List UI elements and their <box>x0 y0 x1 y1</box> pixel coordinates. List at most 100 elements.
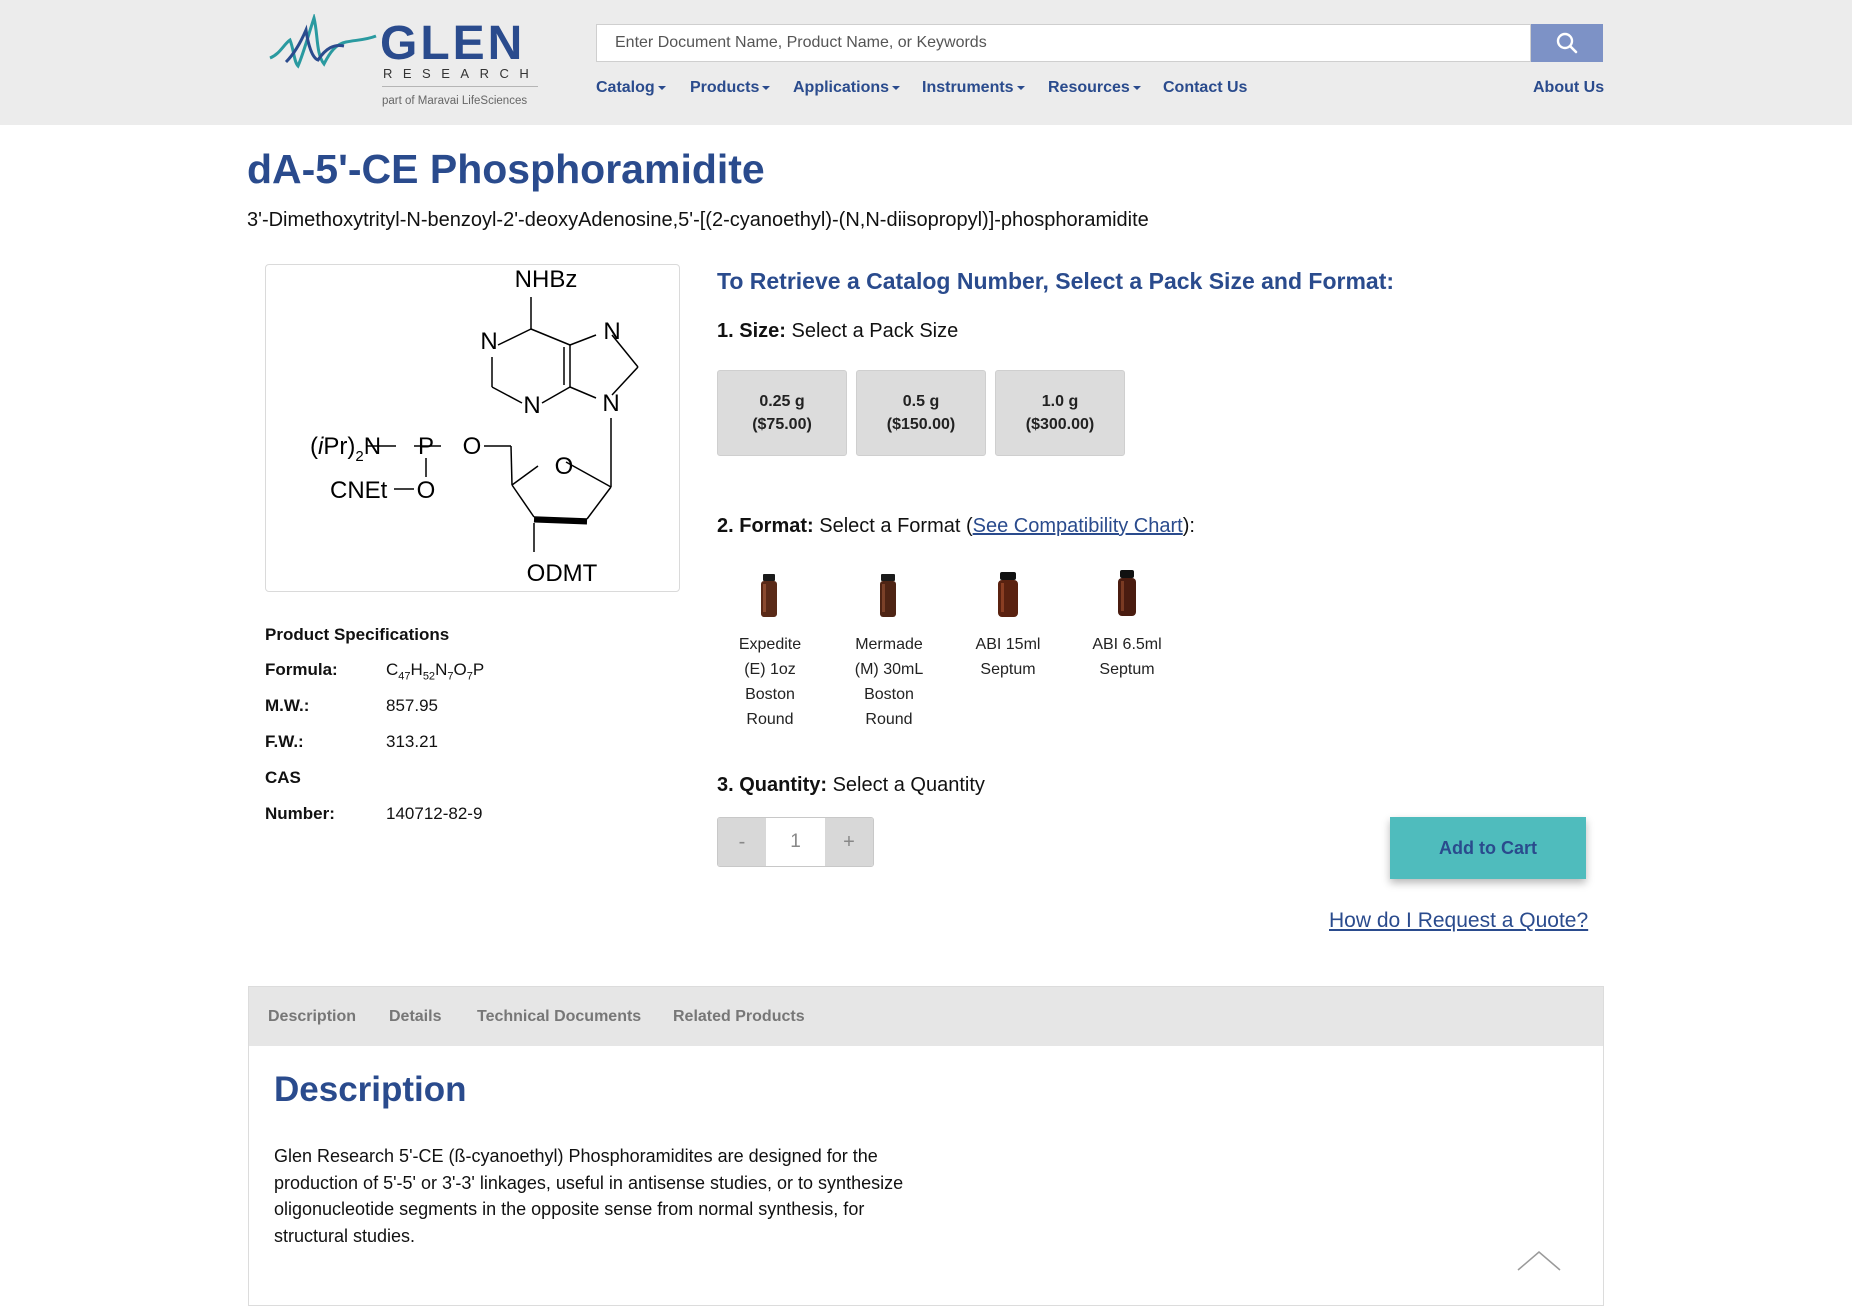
vial-icon <box>1118 570 1136 616</box>
formula-h: H <box>410 660 423 679</box>
format-label-line: Boston <box>745 686 795 703</box>
product-tabs-panel: Description Details Technical Documents … <box>248 986 1604 1306</box>
struct-cnet: CNEt <box>330 477 388 504</box>
struct-ipr-n: N <box>364 433 381 460</box>
size-option-0-25g[interactable]: 0.25 g ($75.00) <box>717 370 847 456</box>
nav-applications-label: Applications <box>793 79 890 96</box>
search-button[interactable] <box>1531 24 1603 62</box>
nav-products[interactable]: Products <box>690 77 771 99</box>
add-to-cart-button[interactable]: Add to Cart <box>1390 817 1586 879</box>
formula-c-count: 47 <box>398 670 411 683</box>
spec-row-mw: M.W.: 857.95 <box>265 688 565 724</box>
size-step-label: 1. Size: Select a Pack Size <box>717 318 958 344</box>
bottle-mermade-image <box>839 556 939 626</box>
format-option-abi-15ml[interactable]: ABI 15ml Septum <box>958 556 1058 682</box>
logo-divider <box>382 86 538 87</box>
bottle-expedite-image <box>720 556 820 626</box>
search-box <box>596 24 1531 62</box>
formula-p: P <box>472 660 485 679</box>
spec-fw-label: F.W.: <box>265 732 304 751</box>
spec-cas-number-label: Number: <box>265 804 335 823</box>
nav-resources[interactable]: Resources <box>1048 77 1141 99</box>
format-label: ABI 15ml Septum <box>958 632 1058 682</box>
struct-o5: O <box>463 433 482 460</box>
formula-c: C <box>386 660 399 679</box>
nav-catalog[interactable]: Catalog <box>596 77 666 99</box>
format-option-abi-6-5ml[interactable]: ABI 6.5ml Septum <box>1077 556 1177 682</box>
struct-ipr-pr: Pr) <box>323 433 355 460</box>
quantity-stepper: - 1 + <box>717 817 874 867</box>
scroll-to-top-icon[interactable] <box>1516 1248 1562 1272</box>
logo-wordmark: GLEN <box>380 17 526 70</box>
spec-row-formula: Formula: C47H52N7O7P <box>265 652 565 688</box>
format-label-line: (M) 30mL <box>854 661 924 678</box>
spec-row-cas: CAS <box>265 760 565 796</box>
description-title: Description <box>274 1070 467 1109</box>
quantity-increment-button[interactable]: + <box>825 818 873 866</box>
format-label-line: Mermade <box>855 636 923 653</box>
struct-ipr-sub: 2 <box>355 448 363 465</box>
size-step-text: Select a Pack Size <box>785 320 959 342</box>
format-step-text: Select a Format ( <box>813 515 973 537</box>
size-option-1-0g[interactable]: 1.0 g ($300.00) <box>995 370 1125 456</box>
size-option-0-5g[interactable]: 0.5 g ($150.00) <box>856 370 986 456</box>
nav-applications[interactable]: Applications <box>793 77 901 99</box>
size-amount: 1.0 g <box>1041 393 1079 410</box>
format-label-line: Septum <box>980 661 1036 678</box>
format-option-mermade[interactable]: Mermade (M) 30mL Boston Round <box>839 556 939 732</box>
description-text: Glen Research 5'-CE (ß-cyanoethyl) Phosp… <box>274 1146 904 1246</box>
order-heading: To Retrieve a Catalog Number, Select a P… <box>717 268 1395 294</box>
tab-technical-documents[interactable]: Technical Documents <box>477 1006 641 1028</box>
quantity-step-text: Select a Quantity <box>827 774 985 796</box>
format-label-line: Boston <box>864 686 914 703</box>
size-price: ($300.00) <box>1025 416 1095 433</box>
quantity-step-number: 3. Quantity: <box>717 774 828 796</box>
request-quote-link[interactable]: How do I Request a Quote? <box>1329 908 1588 934</box>
struct-diisopropylamino: (iPr)2N <box>310 433 381 465</box>
struct-n7: N <box>603 318 620 345</box>
search-icon <box>1556 32 1578 54</box>
format-label-line: Round <box>746 711 794 728</box>
quantity-decrement-button[interactable]: - <box>718 818 766 866</box>
quantity-value[interactable]: 1 <box>766 818 825 866</box>
chevron-down-icon <box>892 85 901 90</box>
nav-contact-us[interactable]: Contact Us <box>1163 77 1247 99</box>
tab-related-products[interactable]: Related Products <box>673 1006 805 1028</box>
compatibility-chart-link[interactable]: See Compatibility Chart <box>973 515 1183 537</box>
format-label-line: ABI 15ml <box>975 636 1041 653</box>
vial-icon <box>880 574 896 617</box>
logo-tagline: part of Maravai LifeSciences <box>382 95 528 107</box>
formula-o: O <box>453 660 467 679</box>
struct-ipr-open: ( <box>310 433 318 460</box>
nav-products-label: Products <box>690 79 760 96</box>
struct-ring-o: O <box>555 453 574 480</box>
struct-op: O <box>417 477 436 504</box>
specs-heading: Product Specifications <box>265 625 450 644</box>
size-price: ($150.00) <box>886 416 956 433</box>
struct-n3: N <box>523 392 540 419</box>
nav-instruments-label: Instruments <box>922 79 1014 96</box>
tab-details[interactable]: Details <box>389 1006 441 1028</box>
spec-row-cas-number: Number: 140712-82-9 <box>265 796 565 832</box>
tab-description[interactable]: Description <box>268 1006 356 1028</box>
format-label-line: ABI 6.5ml <box>1092 636 1162 653</box>
format-label-line: Septum <box>1099 661 1155 678</box>
size-step-number: 1. Size: <box>717 320 786 342</box>
glen-research-logo[interactable]: GLEN RESEARCH part of Maravai LifeScienc… <box>268 10 543 114</box>
nav-resources-label: Resources <box>1048 79 1130 96</box>
formula-h-count: 52 <box>422 670 436 683</box>
size-price: ($75.00) <box>752 416 812 433</box>
site-header: GLEN RESEARCH part of Maravai LifeScienc… <box>0 0 1852 125</box>
nav-about-us[interactable]: About Us <box>1533 77 1604 99</box>
struct-n1: N <box>480 328 497 355</box>
nav-instruments[interactable]: Instruments <box>922 77 1025 99</box>
format-option-expedite[interactable]: Expedite (E) 1oz Boston Round <box>720 556 820 732</box>
search-input[interactable] <box>597 25 1530 61</box>
quantity-step-label: 3. Quantity: Select a Quantity <box>717 772 985 798</box>
struct-nhbz: NHBz <box>515 266 578 293</box>
size-amount: 0.25 g <box>759 393 805 410</box>
format-label: Expedite (E) 1oz Boston Round <box>720 632 820 732</box>
spec-fw-value: 313.21 <box>386 732 438 751</box>
vial-icon <box>998 572 1018 617</box>
spec-formula-label: Formula: <box>265 660 338 679</box>
